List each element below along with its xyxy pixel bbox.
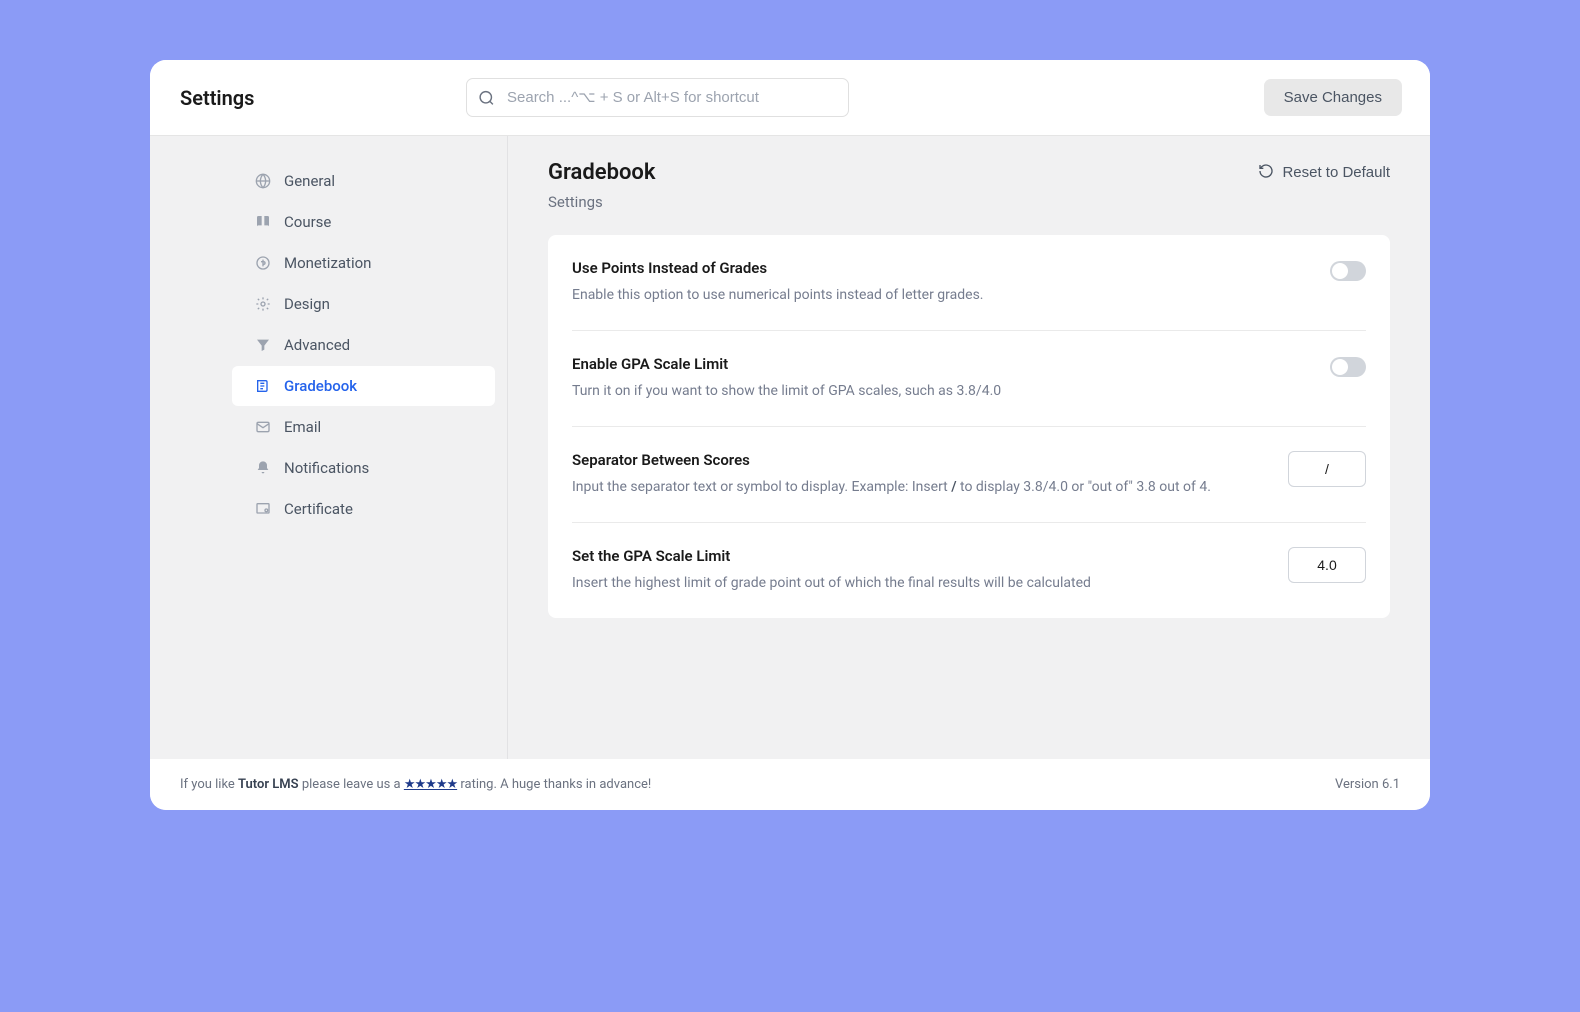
sidebar-item-label: Design bbox=[284, 295, 330, 313]
header: Settings Save Changes bbox=[150, 60, 1430, 135]
setting-desc: Input the separator text or symbol to di… bbox=[572, 477, 1264, 498]
settings-card: Use Points Instead of Grades Enable this… bbox=[548, 235, 1390, 618]
book-icon bbox=[254, 213, 272, 231]
setting-title: Use Points Instead of Grades bbox=[572, 259, 1306, 277]
sidebar-item-notifications[interactable]: Notifications bbox=[232, 448, 495, 488]
content-title: Gradebook bbox=[548, 160, 655, 185]
filter-icon bbox=[254, 336, 272, 354]
use-points-toggle[interactable] bbox=[1330, 261, 1366, 281]
monetization-icon bbox=[254, 254, 272, 272]
sidebar-item-label: Advanced bbox=[284, 336, 350, 354]
sidebar-item-label: Gradebook bbox=[284, 377, 357, 395]
sidebar-item-label: Certificate bbox=[284, 500, 353, 518]
sidebar-item-advanced[interactable]: Advanced bbox=[232, 325, 495, 365]
setting-title: Set the GPA Scale Limit bbox=[572, 547, 1264, 565]
setting-gpa-scale-limit: Enable GPA Scale Limit Turn it on if you… bbox=[572, 331, 1366, 427]
sidebar-item-label: Email bbox=[284, 418, 321, 436]
sidebar-item-monetization[interactable]: Monetization bbox=[232, 243, 495, 283]
separator-input[interactable] bbox=[1288, 451, 1366, 487]
toggle-knob bbox=[1332, 263, 1348, 279]
gpa-limit-input[interactable] bbox=[1288, 547, 1366, 583]
sidebar-item-email[interactable]: Email bbox=[232, 407, 495, 447]
design-icon bbox=[254, 295, 272, 313]
content-subtitle: Settings bbox=[548, 193, 1390, 211]
app-window: Settings Save Changes General bbox=[150, 60, 1430, 810]
reset-to-default-button[interactable]: Reset to Default bbox=[1258, 163, 1390, 183]
certificate-icon bbox=[254, 500, 272, 518]
setting-title: Separator Between Scores bbox=[572, 451, 1264, 469]
page-title: Settings bbox=[180, 86, 450, 110]
globe-icon bbox=[254, 172, 272, 190]
gpa-scale-limit-toggle[interactable] bbox=[1330, 357, 1366, 377]
setting-use-points: Use Points Instead of Grades Enable this… bbox=[572, 235, 1366, 331]
search-wrapper bbox=[466, 78, 849, 117]
setting-info: Set the GPA Scale Limit Insert the highe… bbox=[572, 547, 1264, 594]
toggle-knob bbox=[1332, 359, 1348, 375]
sidebar-item-design[interactable]: Design bbox=[232, 284, 495, 324]
sidebar-item-label: Course bbox=[284, 213, 331, 231]
setting-title: Enable GPA Scale Limit bbox=[572, 355, 1306, 373]
search-input[interactable] bbox=[466, 78, 849, 117]
setting-info: Enable GPA Scale Limit Turn it on if you… bbox=[572, 355, 1306, 402]
save-changes-button[interactable]: Save Changes bbox=[1264, 79, 1402, 116]
sidebar-item-label: Notifications bbox=[284, 459, 369, 477]
refresh-icon bbox=[1258, 163, 1274, 183]
bell-icon bbox=[254, 459, 272, 477]
setting-separator: Separator Between Scores Input the separ… bbox=[572, 427, 1366, 523]
footer: If you like Tutor LMS please leave us a … bbox=[150, 759, 1430, 810]
sidebar-item-gradebook[interactable]: Gradebook bbox=[232, 366, 495, 406]
sidebar: General Course Monetization Design bbox=[232, 136, 508, 759]
setting-desc: Enable this option to use numerical poin… bbox=[572, 285, 1306, 306]
sidebar-item-course[interactable]: Course bbox=[232, 202, 495, 242]
setting-info: Separator Between Scores Input the separ… bbox=[572, 451, 1264, 498]
setting-info: Use Points Instead of Grades Enable this… bbox=[572, 259, 1306, 306]
gradebook-icon bbox=[254, 377, 272, 395]
sidebar-item-general[interactable]: General bbox=[232, 161, 495, 201]
rating-link[interactable]: ★★★★★ bbox=[404, 777, 457, 792]
sidebar-item-label: Monetization bbox=[284, 254, 371, 272]
setting-desc: Turn it on if you want to show the limit… bbox=[572, 381, 1306, 402]
setting-gpa-limit-value: Set the GPA Scale Limit Insert the highe… bbox=[572, 523, 1366, 618]
content: Gradebook Reset to Default Settings Use … bbox=[508, 136, 1430, 759]
reset-label: Reset to Default bbox=[1282, 164, 1390, 181]
footer-message: If you like Tutor LMS please leave us a … bbox=[180, 777, 651, 792]
sidebar-item-certificate[interactable]: Certificate bbox=[232, 489, 495, 529]
content-header: Gradebook Reset to Default bbox=[548, 160, 1390, 185]
sidebar-item-label: General bbox=[284, 172, 335, 190]
search-icon bbox=[478, 89, 495, 106]
version-label: Version 6.1 bbox=[1335, 777, 1400, 792]
mail-icon bbox=[254, 418, 272, 436]
setting-desc: Insert the highest limit of grade point … bbox=[572, 573, 1264, 594]
main: General Course Monetization Design bbox=[150, 135, 1430, 759]
